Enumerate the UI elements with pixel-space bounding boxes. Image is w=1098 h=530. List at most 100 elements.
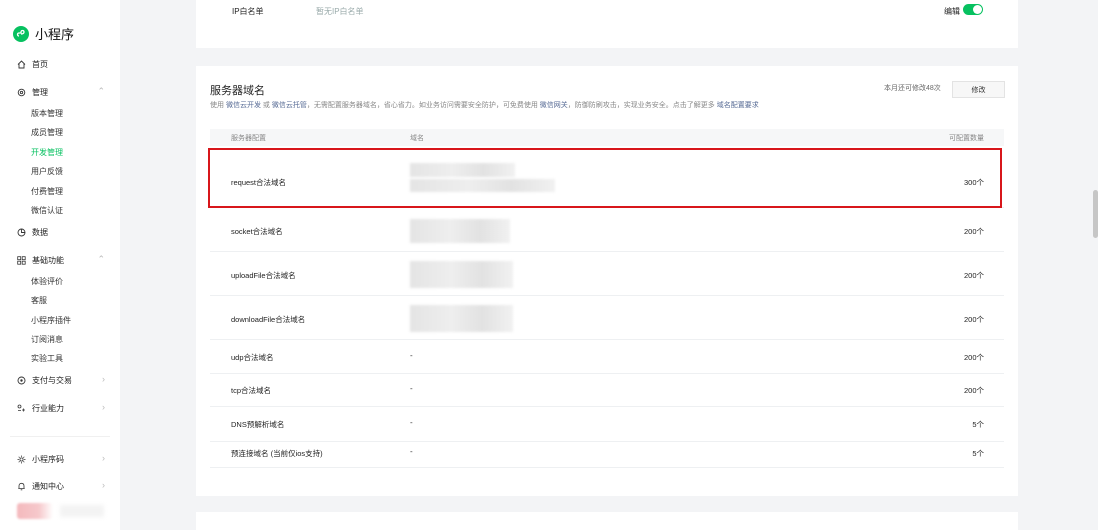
sidebar: 小程序 首页 管理 ⌃ 版本管理 成员管理 开发管理 用户反馈 付费管理 微信认…	[0, 0, 120, 530]
section-title: 服务器域名	[210, 85, 265, 97]
desc-text: ，防御防刷攻击，实现业务安全。点击了解更多	[567, 102, 717, 109]
table-row: uploadFile合法域名 200个	[210, 252, 1004, 296]
sidebar-item-plugin[interactable]: 小程序插件	[31, 315, 71, 326]
home-icon	[17, 60, 26, 69]
col-domain: 域名	[410, 135, 424, 142]
nav-home[interactable]: 首页	[17, 59, 107, 70]
wechat-gateway-link[interactable]: 微信网关	[540, 102, 568, 109]
row-count: 5个	[972, 420, 984, 429]
nav-industry[interactable]: 行业能力 ›	[17, 403, 107, 414]
redacted-domain	[410, 219, 510, 243]
row-count: 200个	[963, 271, 984, 280]
chevron-right-icon: ›	[102, 453, 105, 463]
chevron-right-icon: ›	[102, 374, 105, 384]
sidebar-item-payment[interactable]: 付费管理	[31, 186, 63, 197]
table-row: tcp合法域名 - 200个	[210, 374, 1004, 407]
row-count: 5个	[972, 449, 984, 458]
server-domain-card: 服务器域名 使用 微信云开发 或 微信云托管，无需配置服务器域名，省心省力。如业…	[196, 66, 1018, 496]
cloud-dev-link[interactable]: 微信云开发	[226, 102, 261, 109]
redacted-domain	[410, 261, 513, 288]
account-name-redacted	[60, 505, 104, 517]
section-description: 使用 微信云开发 或 微信云托管，无需配置服务器域名，省心省力。如业务访问需要安…	[210, 100, 759, 110]
nav-manage-label: 管理	[32, 88, 48, 97]
row-domain: -	[410, 418, 413, 427]
desc-text: 或	[260, 102, 272, 109]
ip-whitelist-value: 暂无IP白名单	[316, 7, 364, 16]
row-name: DNS预解析域名	[231, 420, 285, 429]
payment-icon	[17, 376, 26, 385]
chevron-up-icon: ⌃	[97, 86, 105, 96]
next-card	[196, 512, 1018, 530]
row-name: tcp合法域名	[231, 386, 272, 395]
sidebar-item-review[interactable]: 体验评价	[31, 276, 63, 287]
row-name: 预连接域名 (当前仅ios支持)	[231, 449, 323, 458]
page-scrollbar[interactable]	[1093, 190, 1098, 238]
sidebar-item-certify[interactable]: 微信认证	[31, 205, 63, 216]
row-domain: -	[410, 384, 413, 393]
sidebar-divider	[10, 436, 110, 437]
desc-text: ，无需配置服务器域名，省心省力。如业务访问需要安全防护，可免费使用	[306, 102, 540, 109]
nav-notify-label: 通知中心	[32, 482, 64, 491]
modify-button[interactable]: 修改	[952, 81, 1005, 98]
nav-notify[interactable]: 通知中心 ›	[17, 481, 107, 492]
ip-edit-link[interactable]: 编辑	[944, 6, 960, 17]
row-name: downloadFile合法域名	[231, 315, 306, 324]
nav-industry-label: 行业能力	[32, 404, 64, 413]
sidebar-item-experiment[interactable]: 实验工具	[31, 353, 63, 364]
gear-icon	[17, 88, 26, 97]
nav-home-label: 首页	[32, 60, 48, 69]
ip-whitelist-label: IP白名单	[232, 7, 264, 16]
row-domain: -	[410, 447, 413, 456]
nav-manage[interactable]: 管理 ⌃	[17, 87, 107, 98]
row-count: 200个	[963, 353, 984, 362]
table-row: downloadFile合法域名 200个	[210, 296, 1004, 340]
redacted-domain	[410, 305, 513, 332]
row-count: 200个	[963, 315, 984, 324]
desc-text: 使用	[210, 102, 226, 109]
table-row: socket合法域名 200个	[210, 208, 1004, 252]
nav-basic[interactable]: 基础功能 ⌃	[17, 255, 107, 266]
avatar[interactable]	[17, 503, 53, 519]
row-count: 200个	[963, 386, 984, 395]
nav-qrcode[interactable]: 小程序码 ›	[17, 454, 107, 465]
chevron-right-icon: ›	[102, 480, 105, 490]
request-row-highlight	[208, 148, 1002, 208]
chevron-up-icon: ⌃	[97, 254, 105, 264]
nav-qrcode-label: 小程序码	[32, 455, 64, 464]
row-name: socket合法域名	[231, 227, 283, 236]
grid-icon	[17, 256, 26, 265]
row-domain: -	[410, 351, 413, 360]
sidebar-item-version[interactable]: 版本管理	[31, 108, 63, 119]
industry-icon	[17, 404, 26, 413]
cloud-hosting-link[interactable]: 微信云托管	[272, 102, 307, 109]
nav-basic-label: 基础功能	[32, 256, 64, 265]
app-title: 小程序	[35, 27, 75, 42]
sidebar-item-service[interactable]: 客服	[31, 295, 47, 306]
col-server-config: 服务器配置	[231, 135, 266, 142]
nav-pay[interactable]: 支付与交易 ›	[17, 375, 107, 386]
domain-requirements-link[interactable]: 域名配置要求	[717, 102, 759, 109]
sun-code-icon	[17, 455, 26, 464]
nav-pay-label: 支付与交易	[32, 376, 72, 385]
col-count: 可配置数量	[949, 135, 984, 142]
ip-whitelist-toggle[interactable]	[963, 4, 983, 15]
sidebar-item-members[interactable]: 成员管理	[31, 127, 63, 138]
bell-icon	[17, 482, 26, 491]
row-count: 200个	[963, 227, 984, 236]
sidebar-item-subscribe[interactable]: 订阅消息	[31, 334, 63, 345]
remaining-modifications: 本月还可修改48次	[884, 85, 941, 92]
sidebar-item-feedback[interactable]: 用户反馈	[31, 166, 63, 177]
miniprogram-logo-icon	[13, 25, 29, 42]
chart-pie-icon	[17, 228, 26, 237]
table-row: 预连接域名 (当前仅ios支持) - 5个	[210, 442, 1004, 468]
nav-data[interactable]: 数据	[17, 227, 107, 238]
sidebar-item-dev[interactable]: 开发管理	[31, 147, 63, 158]
row-name: uploadFile合法域名	[231, 271, 296, 280]
ip-whitelist-card: IP白名单 暂无IP白名单 编辑	[196, 0, 1018, 48]
nav-data-label: 数据	[32, 228, 48, 237]
app-logo[interactable]: 小程序	[13, 24, 74, 43]
chevron-right-icon: ›	[102, 402, 105, 412]
row-name: udp合法域名	[231, 353, 274, 362]
table-row: DNS预解析域名 - 5个	[210, 407, 1004, 442]
table-row: udp合法域名 - 200个	[210, 340, 1004, 374]
